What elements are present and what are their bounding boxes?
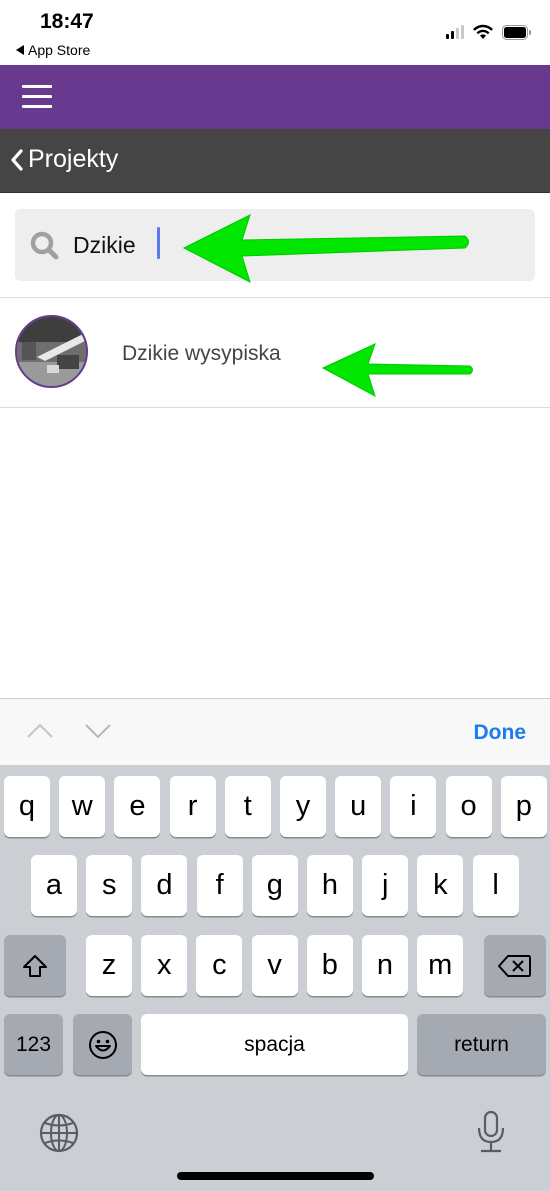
- key-j[interactable]: j: [362, 855, 409, 916]
- numbers-key[interactable]: 123: [4, 1014, 63, 1075]
- project-thumbnail-image: [17, 317, 86, 386]
- chevron-down-icon[interactable]: [83, 721, 113, 741]
- cellular-signal-icon: [446, 25, 464, 39]
- status-icons: [446, 24, 532, 40]
- list-item-label: Dzikie wysypiska: [122, 342, 281, 365]
- wifi-icon: [473, 24, 493, 39]
- key-s[interactable]: s: [86, 855, 133, 916]
- keyboard-accessory-bar: Done: [0, 698, 550, 765]
- key-e[interactable]: e: [114, 776, 161, 837]
- key-w[interactable]: w: [59, 776, 106, 837]
- battery-icon: [502, 24, 531, 40]
- key-b[interactable]: b: [306, 935, 353, 996]
- backspace-icon: [498, 954, 531, 977]
- key-r[interactable]: r: [169, 776, 216, 837]
- search-input[interactable]: [73, 227, 513, 263]
- done-button[interactable]: Done: [474, 721, 527, 745]
- back-button-label: Projekty: [28, 145, 119, 173]
- key-o[interactable]: o: [445, 776, 492, 837]
- back-triangle-icon: [16, 45, 24, 55]
- search-icon: [30, 231, 59, 260]
- backspace-key[interactable]: [484, 935, 546, 996]
- hamburger-icon[interactable]: [22, 85, 52, 109]
- key-k[interactable]: k: [417, 855, 464, 916]
- key-h[interactable]: h: [307, 855, 353, 916]
- shift-icon: [23, 954, 47, 977]
- key-p[interactable]: p: [500, 776, 547, 837]
- globe-icon[interactable]: [38, 1112, 80, 1154]
- key-a[interactable]: a: [31, 855, 77, 916]
- key-i[interactable]: i: [390, 776, 437, 837]
- avatar: [15, 315, 88, 388]
- key-n[interactable]: n: [362, 935, 408, 996]
- return-key[interactable]: return: [417, 1014, 546, 1075]
- text-caret: [157, 227, 160, 259]
- key-z[interactable]: z: [86, 935, 132, 996]
- key-m[interactable]: m: [417, 935, 464, 996]
- key-u[interactable]: u: [335, 776, 382, 837]
- search-box[interactable]: [15, 209, 535, 281]
- space-key[interactable]: spacja: [141, 1014, 408, 1075]
- key-t[interactable]: t: [224, 776, 271, 837]
- list-item[interactable]: Dzikie wysypiska: [0, 298, 550, 408]
- search-section: [0, 194, 550, 298]
- key-f[interactable]: f: [196, 855, 243, 916]
- key-l[interactable]: l: [472, 855, 519, 916]
- key-d[interactable]: d: [141, 855, 188, 916]
- status-bar: 18:47 App Store: [0, 0, 550, 65]
- key-y[interactable]: y: [280, 776, 326, 837]
- key-q[interactable]: q: [4, 776, 50, 837]
- status-time: 18:47: [40, 10, 94, 33]
- chevron-left-icon: [11, 148, 23, 171]
- shift-key[interactable]: [4, 935, 66, 996]
- navigation-bar: Projekty: [0, 129, 550, 193]
- emoji-icon: [88, 1030, 117, 1059]
- key-x[interactable]: x: [141, 935, 188, 996]
- chevron-up-icon[interactable]: [25, 721, 55, 741]
- back-app-label: App Store: [28, 42, 91, 58]
- back-to-app-store[interactable]: App Store: [16, 42, 90, 58]
- back-button[interactable]: Projekty: [10, 145, 118, 174]
- emoji-key[interactable]: [73, 1014, 132, 1075]
- key-v[interactable]: v: [251, 935, 298, 996]
- key-c[interactable]: c: [196, 935, 243, 996]
- key-g[interactable]: g: [251, 855, 298, 916]
- microphone-icon[interactable]: [475, 1110, 507, 1154]
- home-indicator[interactable]: [177, 1172, 374, 1180]
- app-header-bar: [0, 65, 550, 129]
